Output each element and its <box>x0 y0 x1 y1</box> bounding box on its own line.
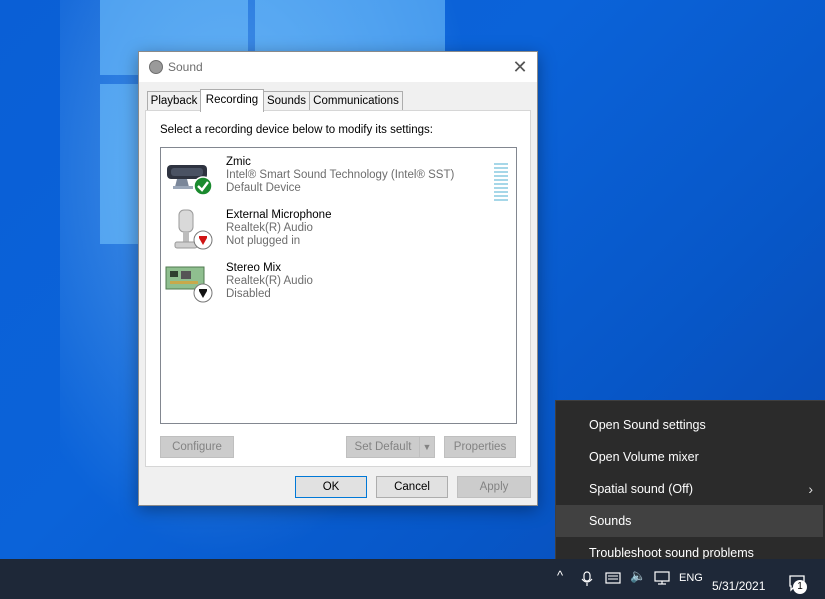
menu-item-sounds[interactable]: Sounds <box>556 505 823 537</box>
device-status: Not plugged in <box>226 235 301 247</box>
device-driver: Intel® Smart Sound Technology (Intel® SS… <box>226 169 455 181</box>
microphone-icon[interactable] <box>581 571 593 587</box>
title-bar[interactable]: Sound ✕ <box>139 52 537 82</box>
instruction-text: Select a recording device below to modif… <box>160 124 433 136</box>
menu-item-spatial-sound[interactable]: Spatial sound (Off) › <box>556 473 823 505</box>
menu-item-open-volume-mixer[interactable]: Open Volume mixer <box>556 441 823 473</box>
microphone-bar-icon <box>167 165 213 196</box>
external-microphone-icon <box>174 209 213 250</box>
check-badge-icon <box>193 176 213 196</box>
chevron-right-icon: › <box>808 481 813 497</box>
tab-recording[interactable]: Recording <box>200 89 264 112</box>
device-name: Zmic <box>226 156 251 168</box>
device-status: Disabled <box>226 288 271 300</box>
network-icon[interactable] <box>654 571 670 585</box>
properties-button[interactable]: Properties <box>444 436 516 458</box>
pen-workspace-icon[interactable] <box>605 571 621 585</box>
sound-context-menu: Open Sound settings Open Volume mixer Sp… <box>555 400 825 574</box>
chevron-down-icon: ▼ <box>422 442 432 452</box>
language-indicator[interactable]: ENG <box>679 572 703 584</box>
ok-button[interactable]: OK <box>295 476 367 498</box>
clock-date[interactable]: 5/31/2021 <box>712 579 765 593</box>
taskbar: ^ 🔈 ENG 5/31/2021 1 <box>0 559 825 599</box>
speaker-icon <box>149 60 163 74</box>
device-status: Default Device <box>226 182 301 194</box>
menu-item-open-sound-settings[interactable]: Open Sound settings <box>556 409 823 441</box>
volume-icon[interactable]: 🔈 <box>630 568 646 584</box>
sound-card-icon <box>165 266 213 303</box>
device-driver: Realtek(R) Audio <box>226 222 313 234</box>
device-list[interactable]: Zmic Intel® Smart Sound Technology (Inte… <box>160 147 517 424</box>
tab-communications[interactable]: Communications <box>309 91 403 111</box>
dialog-title: Sound <box>168 60 203 74</box>
tab-playback[interactable]: Playback <box>147 91 201 111</box>
chevron-up-icon[interactable]: ^ <box>557 568 563 583</box>
notification-count-badge: 1 <box>793 580 807 594</box>
set-default-button[interactable]: Set Default <box>346 436 420 458</box>
tab-sounds[interactable]: Sounds <box>263 91 310 111</box>
set-default-dropdown[interactable]: ▼ <box>419 436 435 458</box>
level-meter <box>494 163 508 203</box>
device-name: External Microphone <box>226 209 332 221</box>
sound-dialog: Sound ✕ Playback Recording Sounds Commun… <box>138 51 538 506</box>
device-item-zmic[interactable]: Zmic Intel® Smart Sound Technology (Inte… <box>165 155 508 205</box>
device-name: Stereo Mix <box>226 262 281 274</box>
recording-panel: Select a recording device below to modif… <box>145 110 531 467</box>
configure-button[interactable]: Configure <box>160 436 234 458</box>
close-icon[interactable]: ✕ <box>509 56 531 78</box>
device-item-stereo-mix[interactable]: Stereo Mix Realtek(R) Audio Disabled <box>165 261 505 311</box>
cancel-button[interactable]: Cancel <box>376 476 448 498</box>
apply-button[interactable]: Apply <box>457 476 531 498</box>
device-item-external-microphone[interactable]: External Microphone Realtek(R) Audio Not… <box>165 208 505 258</box>
device-driver: Realtek(R) Audio <box>226 275 313 287</box>
